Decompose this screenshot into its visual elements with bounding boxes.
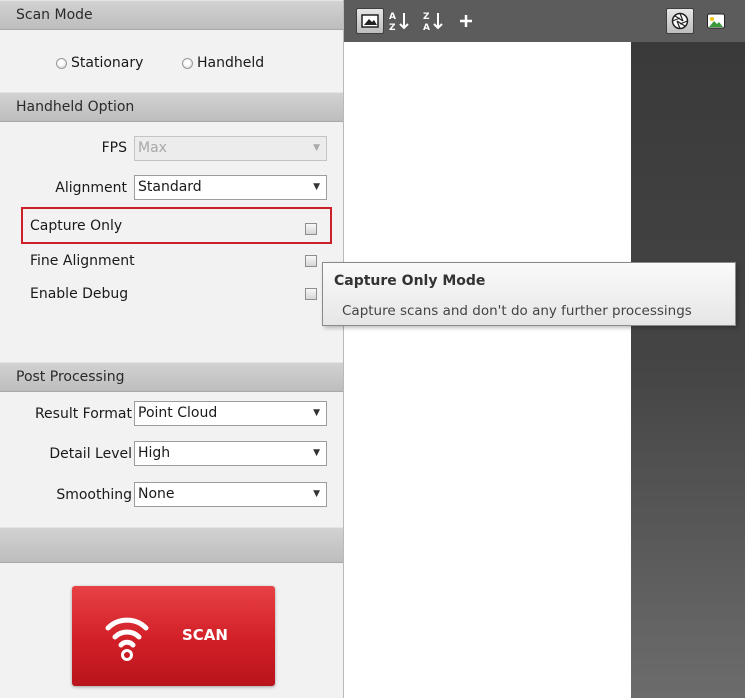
detail-level-select[interactable]: High ▼ xyxy=(134,441,327,466)
capture-only-label: Capture Only xyxy=(30,218,123,234)
sort-a-z-icon: A Z xyxy=(389,12,409,32)
fps-select[interactable]: Max ▼ xyxy=(134,136,327,161)
result-format-value: Point Cloud xyxy=(138,405,218,421)
smoothing-label: Smoothing xyxy=(56,487,132,503)
fine-alignment-checkbox[interactable] xyxy=(305,255,317,267)
fps-label: FPS xyxy=(101,140,127,156)
viewer-toolbar: A Z Z A xyxy=(344,0,745,42)
smoothing-value: None xyxy=(138,486,175,502)
image-view-button[interactable] xyxy=(356,8,384,34)
add-button[interactable] xyxy=(452,8,480,34)
scan-button[interactable]: SCAN xyxy=(72,586,275,686)
add-icon xyxy=(460,15,472,27)
aperture-button[interactable] xyxy=(666,8,694,34)
svg-text:Z: Z xyxy=(423,12,430,22)
alignment-dropdown-icon: ▼ xyxy=(313,182,320,192)
tooltip-title: Capture Only Mode xyxy=(334,273,486,289)
detail-level-label: Detail Level xyxy=(49,446,132,462)
result-format-dropdown-icon: ▼ xyxy=(313,408,320,418)
result-format-label: Result Format xyxy=(34,406,132,422)
enable-debug-label: Enable Debug xyxy=(30,286,129,302)
fps-dropdown-icon: ▼ xyxy=(313,143,320,153)
smoothing-dropdown-icon: ▼ xyxy=(313,489,320,499)
preview-canvas[interactable] xyxy=(344,42,631,698)
fine-alignment-label: Fine Alignment xyxy=(30,253,135,269)
photo-landscape-icon xyxy=(707,13,725,29)
empty-section-header xyxy=(0,527,343,563)
left-panel: Scan Mode Stationary Handheld Handheld O… xyxy=(0,0,344,698)
radio-handheld-dot[interactable] xyxy=(182,57,193,69)
capture-only-checkbox[interactable] xyxy=(305,223,317,235)
aperture-icon xyxy=(671,12,689,30)
image-icon xyxy=(361,14,379,28)
tooltip: Capture Only Mode Capture scans and don'… xyxy=(322,262,736,326)
alignment-value: Standard xyxy=(138,179,202,195)
enable-debug-checkbox[interactable] xyxy=(305,288,317,300)
scan-mode-header: Scan Mode xyxy=(0,0,343,30)
sort-z-a-button[interactable]: Z A xyxy=(420,8,448,34)
result-format-select[interactable]: Point Cloud ▼ xyxy=(134,401,327,426)
photo-button[interactable] xyxy=(702,8,730,34)
scan-button-label: SCAN xyxy=(182,626,228,644)
smoothing-select[interactable]: None ▼ xyxy=(134,482,327,507)
tooltip-body: Capture scans and don't do any further p… xyxy=(342,303,692,319)
alignment-select[interactable]: Standard ▼ xyxy=(134,175,327,200)
svg-text:A: A xyxy=(389,12,396,22)
svg-text:A: A xyxy=(423,23,430,32)
radio-stationary-label: Stationary xyxy=(71,55,144,71)
fps-value: Max xyxy=(138,140,167,156)
detail-level-value: High xyxy=(138,445,171,461)
wifi-icon xyxy=(105,617,149,661)
detail-level-dropdown-icon: ▼ xyxy=(313,448,320,458)
radio-stationary-dot[interactable] xyxy=(56,57,67,69)
radio-handheld-label: Handheld xyxy=(197,55,265,71)
handheld-option-header: Handheld Option xyxy=(0,92,343,122)
sort-a-z-button[interactable]: A Z xyxy=(386,8,414,34)
svg-text:Z: Z xyxy=(389,23,396,32)
right-panel-gradient xyxy=(631,42,745,698)
alignment-label: Alignment xyxy=(55,180,127,196)
radio-stationary[interactable]: Stationary xyxy=(56,55,143,71)
sort-z-a-icon: Z A xyxy=(423,12,443,32)
post-processing-header: Post Processing xyxy=(0,362,343,392)
radio-handheld[interactable]: Handheld xyxy=(182,55,264,71)
